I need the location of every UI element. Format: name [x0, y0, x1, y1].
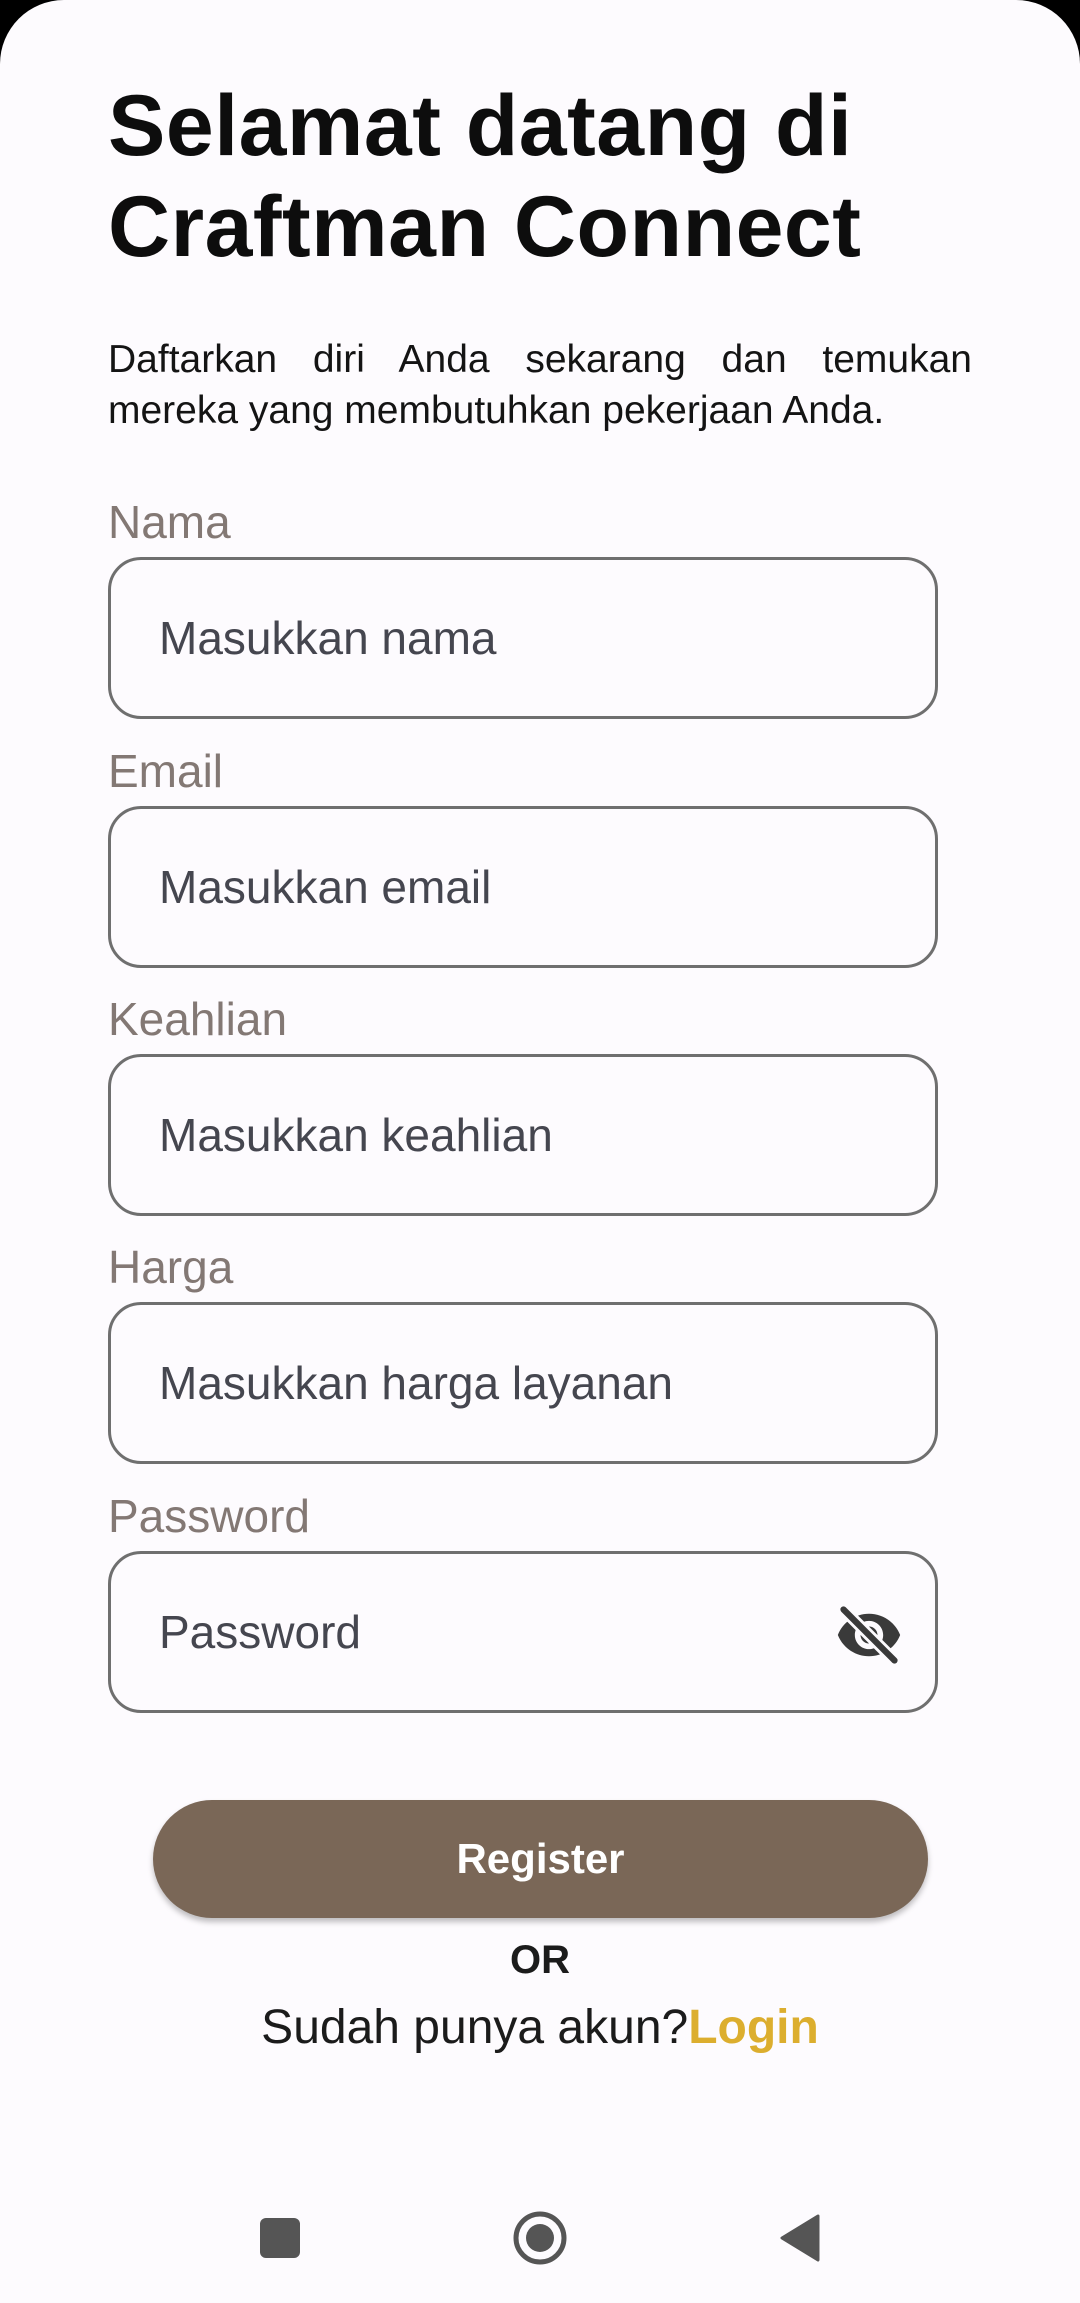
price-field[interactable] [108, 1302, 938, 1464]
skill-field[interactable] [108, 1054, 938, 1216]
password-input[interactable] [159, 1554, 799, 1710]
skill-input[interactable] [159, 1057, 799, 1213]
skill-label: Keahlian [108, 993, 288, 1045]
home-circle-icon[interactable] [510, 2208, 570, 2268]
name-field[interactable] [108, 557, 938, 719]
price-label: Harga [108, 1241, 234, 1293]
recents-square-icon[interactable] [250, 2208, 310, 2268]
price-input[interactable] [159, 1305, 799, 1461]
name-label: Nama [108, 496, 231, 548]
visibility-off-icon[interactable] [835, 1601, 903, 1669]
login-prompt-text: Sudah punya akun? [261, 2001, 689, 2054]
name-input[interactable] [159, 560, 799, 716]
register-button[interactable]: Register [153, 1800, 928, 1918]
back-triangle-icon[interactable] [770, 2208, 830, 2268]
email-label: Email [108, 745, 224, 797]
register-screen: Selamat datang di Craftman Connect Dafta… [0, 0, 1080, 2303]
or-divider: OR [510, 1938, 570, 1982]
system-nav-bar [0, 2170, 1080, 2303]
email-field[interactable] [108, 806, 938, 968]
email-input[interactable] [159, 809, 799, 965]
password-field[interactable] [108, 1551, 938, 1713]
page-title: Selamat datang di Craftman Connect [108, 78, 862, 275]
password-label: Password [108, 1490, 310, 1542]
page-subtitle: Daftarkan diri Anda sekarang dan temukan… [108, 338, 972, 432]
login-link[interactable]: Login [688, 2001, 819, 2054]
login-prompt-row: Sudah punya akun?Login [0, 2000, 1080, 2056]
